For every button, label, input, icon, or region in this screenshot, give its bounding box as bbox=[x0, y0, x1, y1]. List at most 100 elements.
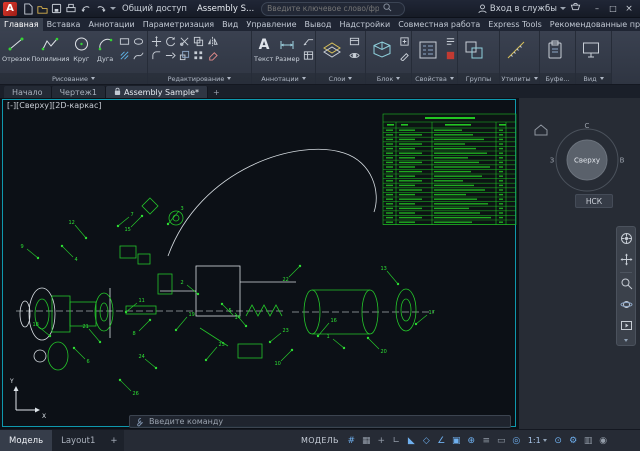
mirror-icon[interactable] bbox=[206, 35, 219, 48]
properties-icon[interactable] bbox=[414, 33, 442, 67]
draw-panel-label[interactable]: Рисование bbox=[0, 73, 147, 84]
pan-icon[interactable] bbox=[620, 251, 633, 270]
edit-block-icon[interactable] bbox=[398, 49, 411, 62]
model-tab[interactable]: Модель bbox=[0, 430, 52, 451]
annotation-panel-label[interactable]: Аннотации bbox=[252, 73, 315, 84]
color-swatch-icon[interactable] bbox=[444, 49, 457, 62]
status-right-icon-3[interactable]: ◉ bbox=[596, 433, 611, 449]
viewcube-top-face[interactable]: Сверху bbox=[574, 157, 600, 165]
leader-icon[interactable] bbox=[302, 35, 315, 48]
viewcube-east[interactable]: В bbox=[620, 157, 625, 165]
ribbon-tab-10[interactable]: Рекомендованные приложения bbox=[546, 18, 640, 31]
status-right-icon-0[interactable]: ⊙ bbox=[551, 433, 566, 449]
circle-tool[interactable]: Круг bbox=[70, 33, 92, 63]
ribbon-tab-5[interactable]: Управление bbox=[242, 18, 300, 31]
customize-icon[interactable] bbox=[134, 412, 144, 431]
app-store-icon[interactable] bbox=[570, 2, 581, 15]
search-input[interactable] bbox=[267, 4, 379, 13]
array-icon[interactable] bbox=[192, 49, 205, 62]
status-right-icon-1[interactable]: ⚙ bbox=[566, 433, 581, 449]
status-icon-9[interactable]: ≡ bbox=[479, 433, 494, 449]
redo-icon[interactable] bbox=[95, 3, 107, 14]
status-icon-7[interactable]: ▣ bbox=[449, 433, 464, 449]
ribbon-tab-4[interactable]: Вид bbox=[218, 18, 242, 31]
layer-properties-icon[interactable] bbox=[348, 35, 361, 48]
status-right-icon-2[interactable]: ▥ bbox=[581, 433, 596, 449]
erase-icon[interactable] bbox=[206, 49, 219, 62]
qat-dropdown-icon[interactable] bbox=[110, 7, 116, 10]
hatch-icon[interactable] bbox=[118, 49, 131, 62]
new-layout-button[interactable]: + bbox=[104, 430, 123, 451]
ribbon-tab-8[interactable]: Совместная работа bbox=[394, 18, 484, 31]
insert-block-icon[interactable] bbox=[398, 35, 411, 48]
line-tool[interactable]: Отрезок bbox=[2, 33, 30, 63]
drawing-canvas[interactable]: [-][Сверху][2D-каркас] bbox=[0, 98, 519, 429]
navbar-more-icon[interactable] bbox=[624, 339, 628, 342]
spline-icon[interactable] bbox=[132, 49, 145, 62]
stretch-icon[interactable] bbox=[164, 49, 177, 62]
layers-icon[interactable] bbox=[318, 33, 346, 67]
status-icon-11[interactable]: ◎ bbox=[509, 433, 524, 449]
status-icon-6[interactable]: ∠ bbox=[434, 433, 449, 449]
scale-icon[interactable] bbox=[178, 49, 191, 62]
status-icon-5[interactable]: ◇ bbox=[419, 433, 434, 449]
groups-icon[interactable] bbox=[460, 33, 488, 67]
viewcube-north[interactable]: С bbox=[585, 122, 590, 130]
home-icon[interactable] bbox=[535, 125, 547, 135]
navigation-wheel-icon[interactable] bbox=[620, 230, 633, 249]
status-icon-4[interactable]: ◣ bbox=[404, 433, 419, 449]
status-icon-1[interactable]: ▦ bbox=[359, 433, 374, 449]
file-tab-drawing1[interactable]: Чертеж1 bbox=[52, 86, 106, 98]
clipboard-panel-label[interactable]: Буфе... bbox=[540, 73, 575, 84]
showmotion-icon[interactable] bbox=[620, 317, 633, 336]
autocad-logo[interactable]: A bbox=[3, 2, 17, 16]
text-tool[interactable]: A Текст bbox=[254, 33, 273, 63]
utilities-panel-label[interactable]: Утилиты bbox=[500, 73, 539, 84]
fillet-icon[interactable] bbox=[150, 49, 163, 62]
save-icon[interactable] bbox=[51, 3, 62, 14]
modify-panel-label[interactable]: Редактирование bbox=[148, 73, 251, 84]
close-button[interactable]: × bbox=[621, 2, 637, 16]
view-icon[interactable] bbox=[578, 33, 604, 67]
ribbon-tab-6[interactable]: Вывод bbox=[301, 18, 336, 31]
zoom-icon[interactable] bbox=[620, 275, 633, 294]
ribbon-tab-2[interactable]: Аннотации bbox=[84, 18, 138, 31]
file-tab-assembly-sample[interactable]: Assembly Sample* bbox=[106, 86, 208, 98]
open-folder-icon[interactable] bbox=[36, 3, 48, 15]
ucs-selector-button[interactable]: НСК bbox=[575, 194, 613, 208]
rectangle-icon[interactable] bbox=[118, 35, 131, 48]
layout1-tab[interactable]: Layout1 bbox=[52, 430, 104, 451]
dimension-tool[interactable]: Размер bbox=[275, 33, 299, 63]
groups-panel-label[interactable]: Группы bbox=[458, 73, 499, 84]
trim-icon[interactable] bbox=[178, 35, 191, 48]
status-icon-2[interactable]: + bbox=[374, 433, 389, 449]
status-icon-0[interactable]: # bbox=[344, 433, 359, 449]
print-icon[interactable] bbox=[65, 3, 77, 14]
ribbon-tab-3[interactable]: Параметризация bbox=[139, 18, 218, 31]
arc-tool[interactable]: Дуга bbox=[94, 33, 116, 63]
new-drawing-tab-button[interactable]: + bbox=[208, 86, 225, 98]
layer-state-icon[interactable] bbox=[348, 49, 361, 62]
maximize-button[interactable]: □ bbox=[605, 2, 621, 16]
polyline-tool[interactable]: Полилиния bbox=[32, 33, 68, 63]
layers-panel-label[interactable]: Слои bbox=[316, 73, 365, 84]
viewcube-west[interactable]: З bbox=[550, 157, 555, 165]
sign-in-button[interactable]: Вход в службы bbox=[478, 4, 566, 14]
table-icon[interactable] bbox=[302, 49, 315, 62]
minimize-button[interactable]: – bbox=[589, 2, 605, 16]
ribbon-tab-7[interactable]: Надстройки bbox=[335, 18, 394, 31]
block-icon[interactable] bbox=[368, 33, 396, 67]
ribbon-tab-1[interactable]: Вставка bbox=[43, 18, 85, 31]
model-space-button[interactable]: МОДЕЛЬ bbox=[296, 436, 344, 445]
orbit-icon[interactable] bbox=[620, 296, 633, 315]
status-icon-10[interactable]: ▭ bbox=[494, 433, 509, 449]
search-icon[interactable] bbox=[383, 3, 392, 15]
clipboard-icon[interactable] bbox=[542, 33, 568, 67]
ribbon-tab-0[interactable]: Главная bbox=[0, 18, 43, 31]
move-icon[interactable] bbox=[150, 35, 163, 48]
block-panel-label[interactable]: Блок bbox=[366, 73, 411, 84]
rotate-icon[interactable] bbox=[164, 35, 177, 48]
copy-icon[interactable] bbox=[192, 35, 205, 48]
status-icon-8[interactable]: ⊕ bbox=[464, 433, 479, 449]
properties-panel-label[interactable]: Свойства bbox=[412, 73, 457, 84]
